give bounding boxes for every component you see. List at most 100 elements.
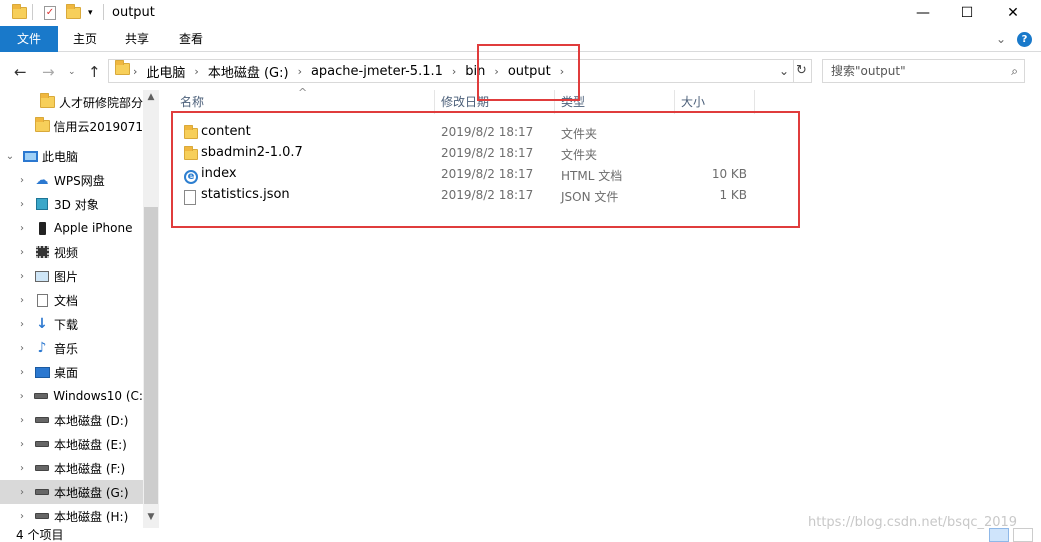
sidebar-item[interactable]: › Apple iPhone	[0, 216, 143, 240]
sidebar-item[interactable]: › ↓ 下载	[0, 312, 143, 336]
details-view-button[interactable]	[989, 528, 1009, 542]
sidebar-item[interactable]: › 本地磁盘 (D:)	[0, 408, 143, 432]
divider	[32, 4, 33, 20]
up-button[interactable]: ↑	[88, 63, 101, 81]
chevron-right-icon: ›	[451, 64, 457, 78]
drive-icon	[34, 413, 50, 427]
folder-icon	[39, 93, 55, 109]
close-button[interactable]: ✕	[990, 0, 1036, 26]
properties-icon[interactable]: ✓	[44, 4, 56, 22]
customize-toolbar-icon[interactable]: ▾	[88, 4, 93, 22]
large-icons-view-button[interactable]	[1013, 528, 1033, 542]
breadcrumb-this-pc[interactable]: 此电脑	[140, 62, 191, 81]
nav-scrollbar[interactable]: ▲ ▼	[143, 90, 159, 528]
refresh-button[interactable]: ↻	[792, 59, 812, 83]
nav-item-label: Apple iPhone	[54, 221, 133, 235]
search-icon[interactable]: ⌕	[1011, 60, 1018, 82]
chevron-right-icon[interactable]: ›	[14, 511, 30, 522]
scrollbar-thumb[interactable]	[144, 207, 158, 504]
nav-item-label: Windows10 (C:	[53, 389, 143, 403]
nav-item-label: 3D 对象	[54, 197, 99, 212]
content-scroll-track	[1030, 52, 1041, 528]
chevron-right-icon[interactable]: ›	[14, 175, 30, 186]
nav-item-label: WPS网盘	[54, 173, 105, 188]
chevron-right-icon[interactable]: ›	[14, 271, 30, 282]
status-bar: 4 个项目	[0, 528, 1041, 542]
title-bar: ✓ ▾ output — ☐ ✕	[0, 0, 1041, 26]
chevron-right-icon[interactable]: ›	[14, 247, 30, 258]
back-button[interactable]: ←	[14, 63, 27, 81]
sidebar-item[interactable]: › 本地磁盘 (F:)	[0, 456, 143, 480]
search-input[interactable]: 搜索"output" ⌕	[822, 59, 1025, 83]
sidebar-item[interactable]: › 本地磁盘 (E:)	[0, 432, 143, 456]
tab-view[interactable]: 查看	[170, 26, 212, 52]
sidebar-item[interactable]: › 桌面	[0, 360, 143, 384]
drive-icon	[34, 461, 50, 475]
nav-item-label: 此电脑	[42, 149, 79, 164]
new-folder-icon[interactable]	[66, 4, 81, 22]
chevron-right-icon[interactable]: ›	[14, 199, 30, 210]
cloud-icon: ☁	[35, 172, 49, 188]
highlight-box-files	[171, 111, 800, 228]
chevron-right-icon[interactable]: ›	[14, 367, 30, 378]
picture-icon	[34, 269, 50, 283]
chevron-right-icon[interactable]: ›	[14, 415, 30, 426]
sidebar-item[interactable]: › 图片	[0, 264, 143, 288]
sidebar-item[interactable]: › Windows10 (C:	[0, 384, 143, 408]
help-icon[interactable]: ?	[1017, 32, 1032, 47]
sidebar-item[interactable]: › 文档	[0, 288, 143, 312]
nav-item-label: 视频	[54, 245, 79, 260]
tab-home[interactable]: 主页	[64, 26, 106, 52]
sidebar-item[interactable]: › 本地磁盘 (H:)	[0, 504, 143, 528]
minimize-button[interactable]: —	[900, 0, 946, 26]
scroll-up-icon[interactable]: ▲	[143, 92, 159, 102]
nav-item-label: 本地磁盘 (H:)	[54, 509, 129, 524]
chevron-right-icon[interactable]: ›	[14, 439, 30, 450]
tab-file[interactable]: 文件	[0, 26, 58, 52]
recent-locations-icon[interactable]: ⌄	[68, 67, 76, 77]
scroll-down-icon[interactable]: ▼	[143, 512, 159, 522]
download-icon: ↓	[36, 316, 48, 332]
breadcrumb-drive-g[interactable]: 本地磁盘 (G:)	[202, 62, 295, 81]
nav-item-label: 本地磁盘 (E:)	[54, 437, 127, 452]
nav-item-label: 人才研修院部分	[58, 95, 143, 110]
address-dropdown-icon[interactable]: ⌄	[779, 64, 789, 78]
document-icon	[34, 293, 50, 307]
sidebar-item[interactable]: › 视频	[0, 240, 143, 264]
desktop-icon	[34, 365, 50, 379]
sidebar-item[interactable]: › 3D 对象	[0, 192, 143, 216]
chevron-right-icon: ›	[133, 64, 138, 78]
nav-item-label: 图片	[54, 269, 79, 284]
music-icon: ♪	[37, 340, 47, 356]
watermark: https://blog.csdn.net/bsqc_2019	[808, 515, 1018, 530]
navigation-pane: 人才研修院部分 信用云2019071 ⌄ 此电脑 › ☁ WPS网盘 › 3D 对象 › A…	[0, 90, 159, 528]
ribbon-expand-icon[interactable]: ⌄	[996, 32, 1006, 46]
folder-icon	[115, 60, 130, 79]
chevron-right-icon[interactable]: ›	[14, 319, 30, 330]
nav-item-label: 下载	[54, 317, 79, 332]
nav-this-pc[interactable]: ⌄ 此电脑	[0, 144, 143, 168]
chevron-right-icon[interactable]: ›	[14, 463, 30, 474]
chevron-right-icon[interactable]: ›	[14, 487, 30, 498]
drive-icon	[34, 509, 50, 523]
nav-item-label: 信用云2019071	[53, 119, 143, 134]
sidebar-item[interactable]: › 本地磁盘 (G:)	[0, 480, 143, 504]
sidebar-item[interactable]: › ☁ WPS网盘	[0, 168, 143, 192]
nav-quick-access-item[interactable]: 人才研修院部分	[0, 90, 143, 114]
forward-button[interactable]: →	[42, 63, 55, 81]
nav-quick-access-item[interactable]: 信用云2019071	[0, 114, 143, 138]
breadcrumb-jmeter[interactable]: apache-jmeter-5.1.1	[305, 64, 449, 79]
cube-icon	[34, 197, 50, 211]
chevron-right-icon: ›	[194, 64, 199, 78]
drive-icon	[34, 437, 50, 451]
chevron-right-icon[interactable]: ›	[14, 295, 30, 306]
chevron-right-icon[interactable]: ›	[14, 343, 30, 354]
sidebar-item[interactable]: › ♪ 音乐	[0, 336, 143, 360]
chevron-down-icon[interactable]: ⌄	[2, 151, 18, 162]
chevron-right-icon[interactable]: ›	[14, 223, 30, 234]
tab-share[interactable]: 共享	[116, 26, 158, 52]
maximize-button[interactable]: ☐	[944, 0, 990, 26]
address-bar[interactable]: › 此电脑 › 本地磁盘 (G:) › apache-jmeter-5.1.1 …	[108, 59, 794, 83]
folder-icon	[12, 4, 27, 22]
chevron-right-icon[interactable]: ›	[14, 391, 30, 402]
